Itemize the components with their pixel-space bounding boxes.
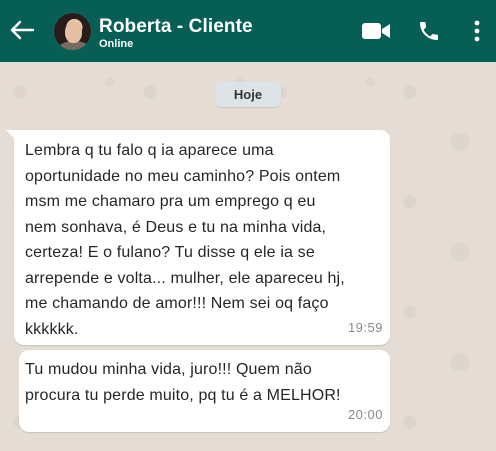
message-text: Lembra q tu falo q ia aparece uma oportu… [25,142,345,338]
avatar-face [65,21,82,43]
contact-status: Online [99,38,134,50]
more-vertical-icon[interactable] [466,17,488,45]
incoming-message[interactable]: Tu mudou minha vida, juro!!! Quem não pr… [19,350,390,432]
avatar[interactable] [53,12,92,51]
chat-header: Roberta - Cliente Online [0,0,496,62]
message-time: 19:59 [347,319,383,335]
incoming-message[interactable]: Lembra q tu falo q ia aparece uma oportu… [14,130,390,345]
message-time: 20:00 [347,406,383,422]
contact-info[interactable]: Roberta - Cliente Online [99,16,253,51]
message-text: Tu mudou minha vida, juro!!! Quem não pr… [25,361,341,404]
back-arrow-icon[interactable] [8,16,36,44]
contact-name: Roberta - Cliente [99,16,253,37]
video-call-icon[interactable] [361,17,391,45]
phone-icon[interactable] [415,17,443,45]
date-chip: Hoje [215,82,281,107]
chat-area[interactable]: Hoje Lembra q tu falo q ia aparece uma o… [0,62,496,451]
